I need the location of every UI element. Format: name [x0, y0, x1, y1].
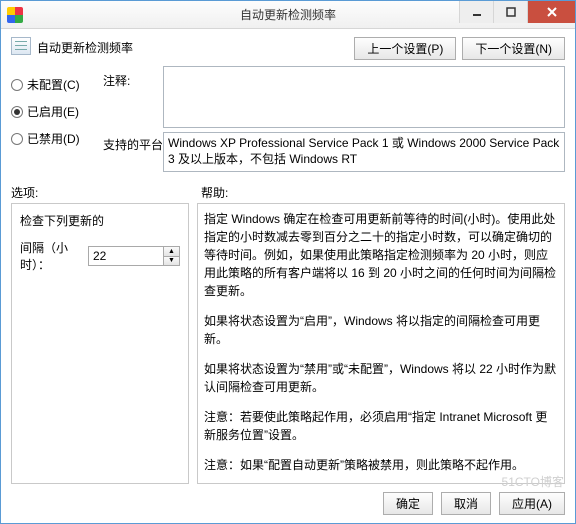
close-button[interactable]: [527, 1, 575, 23]
policy-name: 自动更新检测频率: [37, 35, 133, 56]
radio-label: 未配置(C): [27, 76, 80, 93]
radio-label: 已禁用(D): [27, 130, 80, 147]
help-heading: 帮助:: [197, 184, 565, 201]
apply-button[interactable]: 应用(A): [499, 492, 565, 515]
help-paragraph: 注意：若要使此策略起作用，必须启用“指定 Intranet Microsoft …: [204, 408, 558, 444]
cancel-button[interactable]: 取消: [441, 492, 491, 515]
radio-enabled[interactable]: 已启用(E): [11, 103, 99, 120]
policy-icon: [11, 37, 31, 55]
titlebar: 自动更新检测频率: [1, 1, 575, 29]
help-pane[interactable]: 指定 Windows 确定在检查可用更新前等待的时间(小时)。使用此处指定的小时…: [197, 203, 565, 484]
spinner-up-icon[interactable]: ▲: [164, 247, 179, 257]
help-paragraph: 注意：如果“配置自动更新”策略被禁用，则此策略不起作用。: [204, 456, 558, 474]
radio-not-configured[interactable]: 未配置(C): [11, 76, 99, 93]
interval-spinner[interactable]: ▲ ▼: [88, 246, 180, 266]
help-paragraph: 如果将状态设置为“启用”，Windows 将以指定的间隔检查可用更新。: [204, 312, 558, 348]
help-paragraph: 指定 Windows 确定在检查可用更新前等待的时间(小时)。使用此处指定的小时…: [204, 210, 558, 300]
radio-disabled[interactable]: 已禁用(D): [11, 130, 99, 147]
platform-label: 支持的平台:: [103, 132, 159, 153]
comment-label: 注释:: [103, 66, 159, 89]
options-heading: 选项:: [11, 184, 197, 201]
check-updates-label: 检查下列更新的: [20, 212, 180, 229]
minimize-button[interactable]: [459, 1, 493, 23]
comment-textarea[interactable]: [163, 66, 565, 128]
options-pane: 检查下列更新的 间隔（小时）： ▲ ▼: [11, 203, 189, 484]
next-setting-button[interactable]: 下一个设置(N): [462, 37, 565, 60]
prev-setting-button[interactable]: 上一个设置(P): [354, 37, 456, 60]
radio-icon: [11, 106, 23, 118]
maximize-button[interactable]: [493, 1, 527, 23]
ok-button[interactable]: 确定: [383, 492, 433, 515]
help-paragraph: 如果将状态设置为“禁用”或“未配置”，Windows 将以 22 小时作为默认间…: [204, 360, 558, 396]
radio-icon: [11, 133, 23, 145]
platform-text: Windows XP Professional Service Pack 1 或…: [163, 132, 565, 172]
radio-label: 已启用(E): [27, 103, 79, 120]
spinner-down-icon[interactable]: ▼: [164, 257, 179, 266]
interval-label: 间隔（小时）：: [20, 239, 82, 273]
radio-icon: [11, 79, 23, 91]
interval-input[interactable]: [89, 247, 163, 265]
